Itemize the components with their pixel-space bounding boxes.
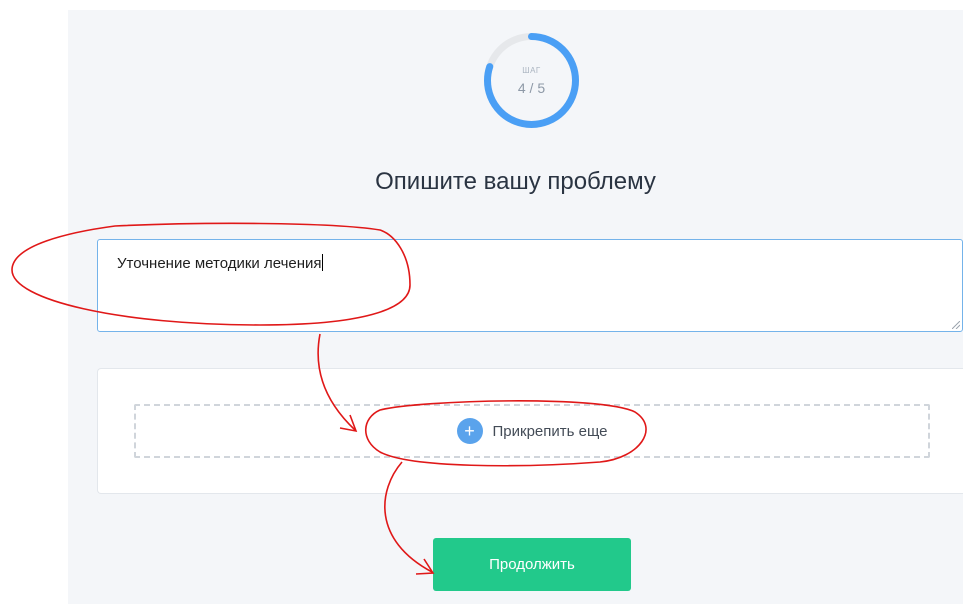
step-label: ШАГ: [522, 66, 541, 75]
step-progress-ring: ШАГ 4 / 5: [483, 32, 580, 129]
text-caret: [321, 254, 323, 271]
problem-description-value: Уточнение методики лечения: [117, 255, 322, 272]
plus-circle-icon: +: [456, 418, 483, 444]
attach-more-label: Прикрепить еще: [492, 422, 608, 440]
continue-button[interactable]: Продолжить: [433, 538, 631, 591]
page-title: Опишите вашу проблему: [375, 168, 656, 195]
problem-description-textarea[interactable]: Уточнение методики лечения: [97, 239, 963, 332]
attach-more-dropzone[interactable]: + Прикрепить еще: [134, 404, 930, 458]
step-counter: 4 / 5: [517, 80, 546, 96]
resize-handle-icon[interactable]: [952, 321, 960, 329]
